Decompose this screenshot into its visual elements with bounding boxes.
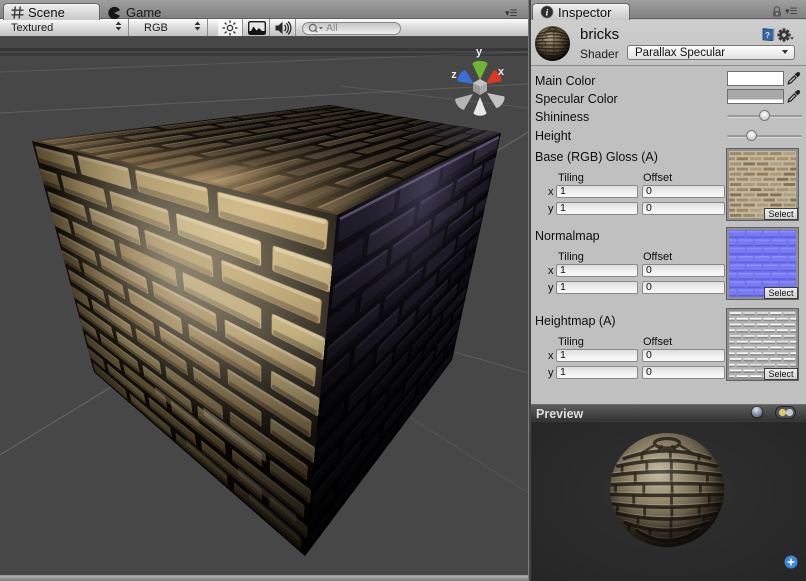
svg-text:?: ? [765, 31, 770, 40]
svg-text:x: x [498, 66, 505, 78]
svg-text:i: i [546, 8, 549, 18]
svg-text:z: z [451, 69, 457, 81]
svg-text:y: y [476, 46, 483, 58]
